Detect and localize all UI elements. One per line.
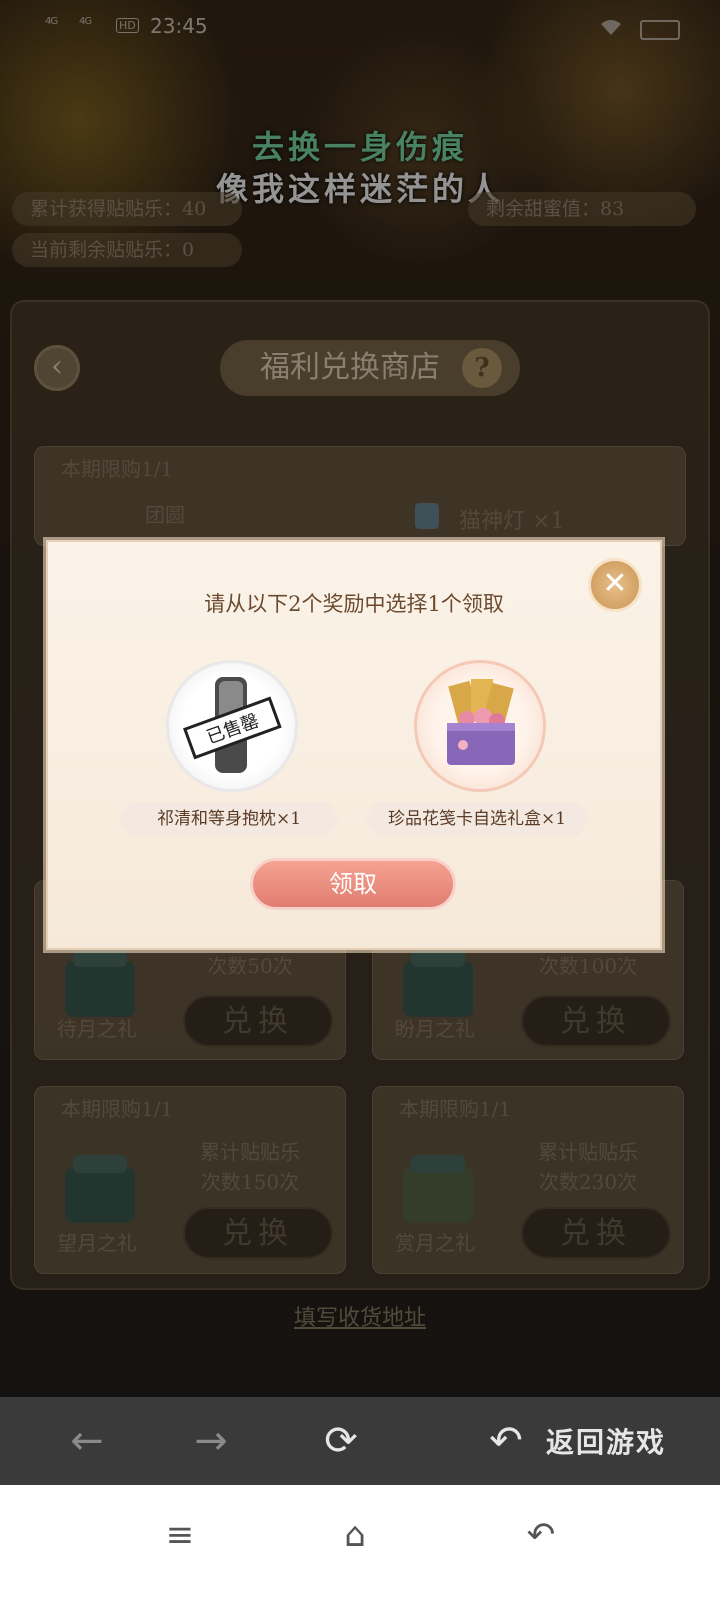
claim-button[interactable]: 领取 <box>250 858 456 910</box>
back-icon[interactable]: ↶ <box>516 1515 566 1555</box>
reward-label: 祁清和等身抱枕×1 <box>118 802 340 836</box>
back-arrow-icon[interactable]: ← <box>62 1417 112 1465</box>
menu-icon[interactable]: ≡ <box>155 1515 205 1555</box>
forward-arrow-icon[interactable]: → <box>186 1417 236 1465</box>
return-to-game-button[interactable]: 返回游戏 <box>546 1421 666 1461</box>
reward-label: 珍品花笺卡自选礼盒×1 <box>364 802 590 836</box>
browser-toolbar: ← → ⟳ ↶ 返回游戏 <box>0 1397 720 1485</box>
home-icon[interactable]: ⌂ <box>330 1515 380 1555</box>
close-icon[interactable]: ✕ <box>588 558 642 612</box>
pillow-icon: 已售罄 <box>183 677 282 773</box>
reward-option-giftbox[interactable] <box>414 660 546 792</box>
gift-box-icon <box>447 679 515 765</box>
system-navigation-bar: ≡ ⌂ ↶ <box>0 1485 720 1600</box>
reward-option-pillow[interactable]: 已售罄 <box>166 660 298 792</box>
refresh-icon[interactable]: ⟳ <box>316 1417 366 1465</box>
return-icon[interactable]: ↶ <box>484 1417 528 1465</box>
dialog-title: 请从以下2个奖励中选择1个领取 <box>204 592 504 616</box>
